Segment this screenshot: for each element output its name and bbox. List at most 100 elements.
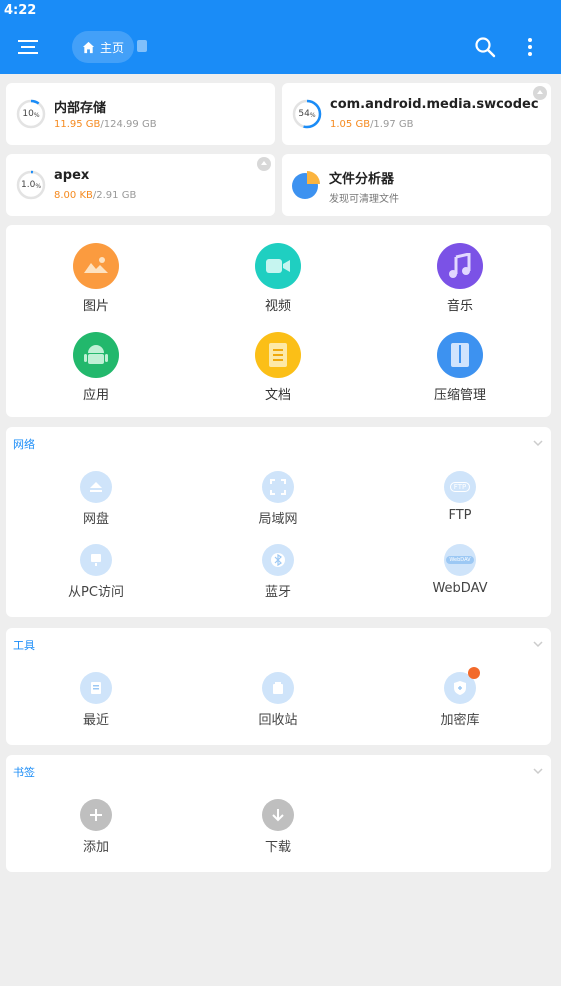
network-cloud-drive[interactable]: 网盘 (36, 471, 156, 527)
category-label: 图片 (82, 299, 109, 314)
ftp-badge: FTP (449, 482, 471, 492)
storage-card-swcodec[interactable]: 54% com.android.media.swcodec 1.05 GB/1.… (282, 83, 551, 145)
breadcrumb-label: 主页 (100, 40, 125, 55)
used-size: 8.00 KB (54, 190, 93, 201)
storage-name: com.android.media.swcodec (330, 97, 539, 112)
network-lan[interactable]: 局域网 (218, 471, 338, 527)
category-images[interactable]: 图片 (36, 243, 156, 314)
category-archives[interactable]: 压缩管理 (400, 332, 520, 403)
network-ftp[interactable]: FTP FTP (400, 471, 520, 523)
status-time: 4:22 (4, 3, 37, 18)
network-webdav[interactable]: WebDAV WebDAV (400, 544, 520, 596)
add-icon (80, 799, 112, 831)
app-bar: 4:22 主页 (0, 0, 561, 74)
category-label: 音乐 (446, 299, 473, 314)
bookmarks-section: 书签 添加 下载 (6, 755, 551, 872)
chevron-down-icon[interactable] (533, 438, 543, 448)
sd-card-icon[interactable] (137, 40, 147, 52)
category-label: 应用 (82, 388, 109, 403)
network-pc-access[interactable]: 从PC访问 (36, 544, 156, 600)
total-size: /1.97 GB (370, 119, 414, 130)
download-icon (262, 799, 294, 831)
home-icon (82, 41, 95, 53)
bookmark-label: 下载 (264, 840, 291, 855)
used-size: 11.95 GB (54, 119, 101, 130)
image-icon (73, 243, 119, 289)
network-bluetooth[interactable]: 蓝牙 (218, 544, 338, 600)
eject-icon[interactable] (257, 157, 271, 171)
storage-name: 内部存储 (54, 101, 107, 116)
analyzer-subtitle: 发现可清理文件 (329, 194, 399, 205)
used-size: 1.05 GB (330, 119, 371, 130)
more-options-icon[interactable] (522, 36, 538, 58)
ftp-icon: FTP (444, 471, 476, 503)
tool-label: 回收站 (258, 713, 298, 728)
category-label: 压缩管理 (433, 388, 486, 403)
tools-section: 工具 最近 回收站 加密库 (6, 628, 551, 745)
chevron-down-icon[interactable] (533, 639, 543, 649)
bookmark-label: 添加 (82, 840, 109, 855)
network-label: 网盘 (82, 512, 109, 527)
recycle-bin-icon (262, 672, 294, 704)
bluetooth-icon (262, 544, 294, 576)
category-label: 文档 (264, 388, 291, 403)
section-title: 工具 (13, 639, 35, 652)
eject-icon[interactable] (533, 86, 547, 100)
tool-label: 加密库 (440, 713, 480, 728)
network-label: 蓝牙 (264, 585, 291, 600)
recent-icon (80, 672, 112, 704)
chevron-down-icon[interactable] (533, 766, 543, 776)
premium-crown-icon (468, 667, 480, 679)
tool-recent[interactable]: 最近 (36, 672, 156, 728)
storage-usage: 8.00 KB/2.91 GB (54, 190, 136, 201)
percent-unit: % (33, 112, 40, 119)
storage-usage: 1.05 GB/1.97 GB (330, 119, 414, 130)
android-icon (73, 332, 119, 378)
analyzer-title: 文件分析器 (329, 172, 395, 187)
storage-card-internal[interactable]: 10% 内部存储 11.95 GB/124.99 GB (6, 83, 275, 145)
usage-percent: 54 (298, 109, 310, 119)
category-documents[interactable]: 文档 (218, 332, 338, 403)
tool-label: 最近 (82, 713, 109, 728)
archive-icon (437, 332, 483, 378)
network-label: 局域网 (258, 512, 298, 527)
file-analyzer-card[interactable]: 文件分析器 发现可清理文件 (282, 154, 551, 216)
network-label: 从PC访问 (68, 585, 124, 600)
total-size: /2.91 GB (92, 190, 137, 201)
network-section: 网络 网盘 局域网 FTP FTP 从PC访问 蓝牙 WebDAV WebDAV (6, 427, 551, 617)
video-icon (255, 243, 301, 289)
category-grid: 图片 视频 音乐 应用 文档 压缩管理 (6, 225, 551, 417)
storage-name: apex (54, 168, 90, 183)
lan-icon (262, 471, 294, 503)
webdav-badge: WebDAV (446, 556, 474, 564)
webdav-icon: WebDAV (444, 544, 476, 576)
percent-unit: % (309, 112, 316, 119)
network-label: FTP (448, 508, 472, 523)
category-videos[interactable]: 视频 (218, 243, 338, 314)
music-icon (437, 243, 483, 289)
bookmark-download[interactable]: 下载 (218, 799, 338, 855)
network-label: WebDAV (432, 581, 488, 596)
storage-usage: 11.95 GB/124.99 GB (54, 119, 157, 130)
document-icon (255, 332, 301, 378)
pc-access-icon (80, 544, 112, 576)
category-apps[interactable]: 应用 (36, 332, 156, 403)
bookmark-add[interactable]: 添加 (36, 799, 156, 855)
search-icon[interactable] (474, 36, 496, 58)
breadcrumb-home[interactable]: 主页 (72, 31, 135, 63)
pie-chart-icon (292, 171, 320, 199)
menu-icon[interactable] (18, 36, 40, 58)
category-label: 视频 (264, 299, 291, 314)
percent-unit: % (35, 183, 42, 190)
usage-percent: 10 (22, 109, 34, 119)
section-title: 网络 (13, 438, 35, 451)
section-title: 书签 (13, 766, 35, 779)
tool-recycle-bin[interactable]: 回收站 (218, 672, 338, 728)
usage-percent: 1.0 (20, 180, 36, 190)
tool-vault[interactable]: 加密库 (400, 667, 520, 728)
vault-icon (444, 667, 480, 704)
storage-card-apex[interactable]: 1.0% apex 8.00 KB/2.91 GB (6, 154, 275, 216)
category-music[interactable]: 音乐 (400, 243, 520, 314)
cloud-drive-icon (80, 471, 112, 503)
total-size: /124.99 GB (100, 119, 157, 130)
